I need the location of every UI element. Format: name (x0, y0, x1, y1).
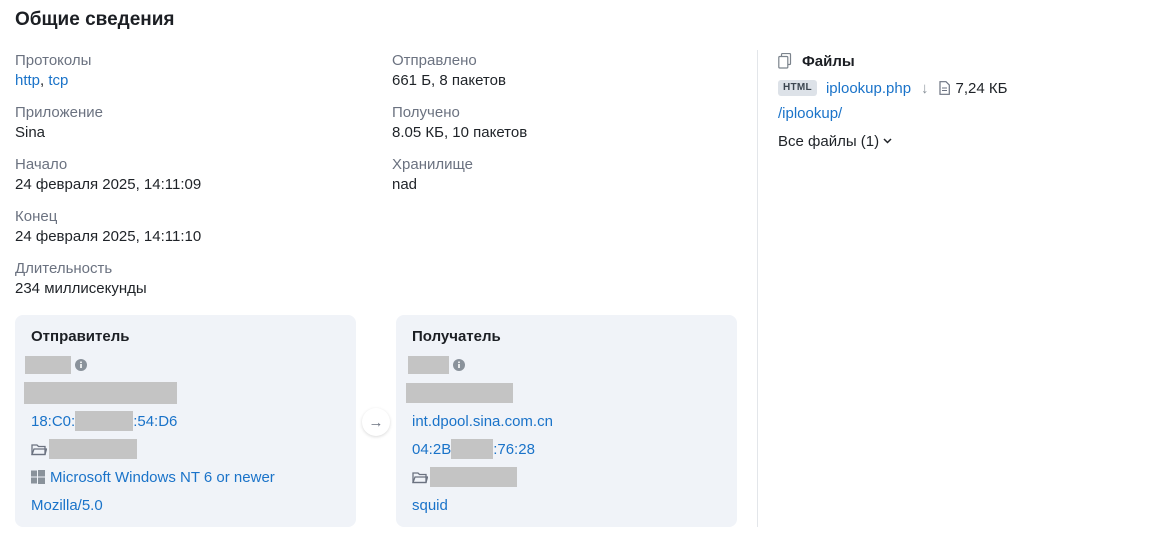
receiver-mac-row[interactable]: 04:2B :76:28 (412, 437, 535, 461)
info-icon[interactable] (453, 359, 465, 371)
protocol-link-tcp[interactable]: tcp (48, 72, 68, 89)
protocols-separator: , (40, 72, 45, 89)
files-section: Файлы HTML iplookup.php ↓ 7,24 КБ /iploo… (778, 50, 1148, 153)
protocols-label: Протоколы (15, 52, 92, 69)
file-name-link[interactable]: iplookup.php (826, 80, 911, 97)
chevron-down-icon (883, 138, 892, 144)
duration-value: 234 миллисекунды (15, 280, 147, 297)
document-icon (938, 81, 950, 95)
received-field: Получено 8.05 КБ, 10 пакетов (392, 103, 527, 143)
sender-ua-row[interactable]: Mozilla/5.0 (31, 493, 103, 517)
receiver-title: Получатель (412, 328, 501, 345)
storage-label: Хранилище (392, 156, 473, 173)
sender-mac-prefix[interactable]: 18:C0: (31, 413, 75, 430)
download-direction-icon: ↓ (921, 79, 929, 97)
file-type-badge: HTML (778, 80, 817, 96)
sender-mac-row[interactable]: 18:C0: :54:D6 (31, 409, 177, 433)
duration-field: Длительность 234 миллисекунды (15, 259, 147, 299)
receiver-mac-prefix[interactable]: 04:2B (412, 441, 451, 458)
sent-field: Отправлено 661 Б, 8 пакетов (392, 51, 506, 91)
sender-title: Отправитель (31, 328, 130, 345)
receiver-ip-row (408, 353, 465, 377)
receiver-hostname-row[interactable]: int.dpool.sina.com.cn (412, 409, 553, 433)
redacted-address (406, 383, 513, 403)
redacted-hostname (24, 382, 177, 404)
file-path-link[interactable]: /iplookup/ (778, 105, 842, 122)
sent-label: Отправлено (392, 52, 477, 69)
receiver-mac-suffix[interactable]: :76:28 (493, 441, 535, 458)
sender-ip-row (25, 353, 87, 377)
end-value: 24 февраля 2025, 14:11:10 (15, 228, 202, 245)
info-icon[interactable] (75, 359, 87, 371)
all-files-dropdown[interactable]: Все файлы (1) (778, 129, 1148, 153)
sender-mac-suffix[interactable]: :54:D6 (133, 413, 177, 430)
file-row: HTML iplookup.php ↓ 7,24 КБ (778, 76, 1148, 100)
all-files-label: Все файлы (1) (778, 132, 880, 150)
sender-os-link[interactable]: Microsoft Windows NT 6 or newer (50, 469, 275, 486)
redacted-ip (25, 356, 71, 374)
receiver-software-row[interactable]: squid (412, 493, 448, 517)
start-value: 24 февраля 2025, 14:11:09 (15, 176, 202, 193)
application-label: Приложение (15, 104, 103, 121)
receiver-software-link[interactable]: squid (412, 497, 448, 514)
receiver-ip-row-2 (406, 381, 513, 405)
application-link[interactable]: Sina (15, 123, 103, 143)
application-field: Приложение Sina (15, 103, 103, 143)
received-value: 8.05 КБ, 10 пакетов (392, 124, 528, 141)
sender-group-row (31, 437, 137, 461)
redacted-group (49, 439, 137, 459)
sender-hostname-row (24, 381, 177, 405)
duration-label: Длительность (15, 260, 113, 277)
files-title: Файлы (802, 52, 855, 70)
sender-card: Отправитель 18:C0: :54:D6 Microsoft Windo… (15, 315, 356, 527)
redacted-group (430, 467, 517, 487)
copy-files-icon (778, 53, 792, 69)
start-label: Начало (15, 156, 68, 173)
end-field: Конец 24 февраля 2025, 14:11:10 (15, 207, 201, 247)
windows-icon (31, 470, 45, 484)
folder-icon (412, 471, 428, 483)
receiver-hostname-link[interactable]: int.dpool.sina.com.cn (412, 413, 553, 430)
flow-arrow-icon: → (362, 408, 390, 436)
start-field: Начало 24 февраля 2025, 14:11:09 (15, 155, 201, 195)
column-divider (757, 50, 758, 527)
storage-field: Хранилище nad (392, 155, 473, 195)
end-label: Конец (15, 208, 58, 225)
sender-os-row[interactable]: Microsoft Windows NT 6 or newer (31, 465, 275, 489)
page-title: Общие сведения (15, 9, 175, 30)
folder-icon (31, 443, 47, 455)
protocol-link-http[interactable]: http (15, 72, 40, 89)
sender-user-agent-link[interactable]: Mozilla/5.0 (31, 497, 103, 514)
redacted-mac (75, 411, 134, 431)
receiver-card: Получатель int.dpool.sina.com.cn 04:2B :7… (396, 315, 737, 527)
sent-value: 661 Б, 8 пакетов (392, 72, 506, 89)
receiver-group-row (412, 465, 517, 489)
received-label: Получено (392, 104, 460, 121)
file-size-value: 7,24 КБ (955, 79, 1008, 97)
storage-link[interactable]: nad (392, 175, 473, 195)
redacted-ip (408, 356, 449, 374)
redacted-mac (451, 439, 494, 459)
protocols-field: Протоколы http, tcp (15, 51, 91, 91)
